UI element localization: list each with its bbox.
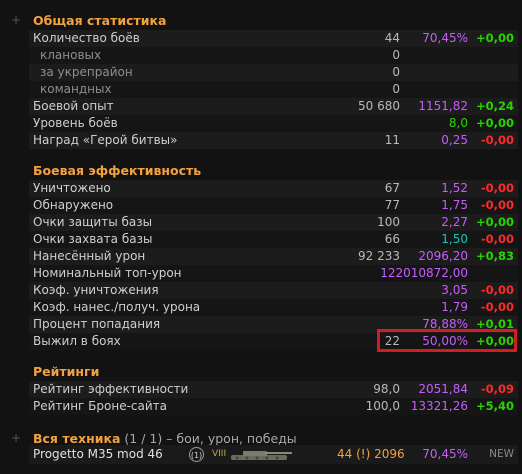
stat-count: 0	[392, 65, 400, 79]
stat-value: 2051,84	[418, 382, 468, 396]
stat-value: 3,05	[441, 283, 468, 297]
stat-count: 0	[392, 48, 400, 62]
stat-label: Уничтожено	[33, 181, 111, 195]
vehicles-subtitle: (1 / 1) – бои, урон, победы	[120, 431, 297, 446]
stat-value: 0,25	[441, 133, 468, 147]
stat-label: Нанесённый урон	[33, 249, 146, 263]
section-title-ratings: Рейтинги	[33, 364, 100, 379]
stat-count: 11	[384, 133, 400, 147]
stat-label: клановых	[40, 48, 102, 62]
stat-value: 70,45%	[422, 31, 468, 45]
stat-delta: +5,40	[475, 399, 514, 413]
vehicle-battles: 44 (!) 2096	[337, 447, 405, 461]
stat-count: 77	[384, 198, 400, 212]
stat-delta: -0,00	[480, 198, 514, 212]
stat-value: 2096,20	[418, 249, 468, 263]
new-badge: NEW	[489, 448, 514, 460]
stat-label: Выжил в боях	[33, 334, 121, 348]
stat-label: Очки защиты базы	[33, 215, 153, 229]
stat-label: Коэф. нанес./получ. урона	[33, 300, 201, 314]
stat-delta: -0,09	[480, 382, 514, 396]
stat-value: 2,27	[441, 215, 468, 229]
stat-value: 1,50	[441, 232, 468, 246]
stat-value: 1,79	[441, 300, 468, 314]
stat-row: Уровень боёв 8,0 +0,00	[29, 115, 518, 132]
stat-count: 100	[377, 215, 400, 229]
highlight-box	[377, 329, 517, 352]
stat-label: командных	[40, 82, 112, 96]
stat-delta: -0,00	[480, 181, 514, 195]
stat-count: 50 680	[358, 99, 400, 113]
stat-value: 8,0	[448, 116, 468, 130]
stat-label: Рейтинг Броне-сайта	[33, 399, 168, 413]
stat-label: Коэф. уничтожения	[33, 283, 159, 297]
stat-row: Коэф. уничтожения 3,05 -0,00	[29, 282, 518, 299]
vehicle-row[interactable]: Progetto M35 mod 46 (1) VIII 44 (!) 2096…	[29, 445, 518, 464]
stat-row: Количество боёв 44 70,45% +0,00	[29, 30, 518, 47]
expand-general-icon[interactable]: +	[11, 12, 21, 29]
stat-label: Номинальный топ-урон	[33, 266, 182, 280]
section-title-general: Общая статистика	[33, 13, 167, 28]
vehicles-title: Вся техника	[33, 431, 121, 446]
tier-level: VIII	[212, 449, 227, 459]
stats-panel: + Общая статистика Количество боёв 44 70,4…	[0, 0, 522, 474]
stat-value: 122010872,00	[380, 266, 468, 280]
stat-value: 1,52	[441, 181, 468, 195]
stat-delta: -0,00	[480, 232, 514, 246]
stat-delta: +0,24	[475, 99, 514, 113]
section-title-combat: Боевая эффективность	[33, 163, 202, 178]
stat-label: Количество боёв	[33, 31, 140, 45]
stat-delta: -0,00	[480, 300, 514, 314]
stat-label: Уровень боёв	[33, 116, 118, 130]
stat-label: Наград «Герой битвы»	[33, 133, 178, 147]
stat-row: Уничтожено 67 1,52 -0,00	[29, 180, 518, 197]
stat-row: Рейтинг эффективности 98,0 2051,84 -0,09	[29, 381, 518, 398]
stat-delta: +0,00	[475, 31, 514, 45]
tank-icon	[231, 451, 292, 460]
stat-count: 92 233	[358, 249, 400, 263]
stat-row: Очки захвата базы 66 1,50 -0,00	[29, 231, 518, 248]
stat-row: за укрепрайон 0	[29, 64, 518, 81]
stat-delta: -0,00	[480, 283, 514, 297]
stat-row: Обнаружено 77 1,75 -0,00	[29, 197, 518, 214]
stat-label: Обнаружено	[33, 198, 114, 212]
stat-label: Процент попадания	[33, 317, 161, 331]
vehicle-winrate: 70,45%	[422, 447, 468, 461]
stat-value: 1,75	[441, 198, 468, 212]
stat-count: 100,0	[365, 399, 400, 413]
stat-delta: +0,83	[475, 249, 514, 263]
stat-value: 13321,26	[410, 399, 468, 413]
stat-label: Рейтинг эффективности	[33, 382, 189, 396]
stat-count: 0	[392, 82, 400, 96]
stat-row: Нанесённый урон 92 233 2096,20 +0,83	[29, 248, 518, 265]
stat-delta: +0,00	[475, 215, 514, 229]
stat-row: Коэф. нанес./получ. урона 1,79 -0,00	[29, 299, 518, 316]
stat-value: 1151,82	[418, 99, 468, 113]
stat-row: Наград «Герой битвы» 11 0,25 -0,00	[29, 132, 518, 149]
stat-count: 66	[384, 232, 400, 246]
tier-badge: (1)	[189, 447, 204, 462]
stat-row: клановых 0	[29, 47, 518, 64]
stat-label: Боевой опыт	[33, 99, 114, 113]
stat-row: Боевой опыт 50 680 1151,82 +0,24	[29, 98, 518, 115]
stat-delta: +0,00	[475, 116, 514, 130]
stat-count: 67	[384, 181, 400, 195]
stat-count: 98,0	[373, 382, 400, 396]
stat-count: 44	[384, 31, 400, 45]
vehicle-name: Progetto M35 mod 46	[33, 447, 163, 461]
stat-delta: -0,00	[480, 133, 514, 147]
stat-row: командных 0	[29, 81, 518, 98]
stat-row: Очки защиты базы 100 2,27 +0,00	[29, 214, 518, 231]
expand-vehicles-icon[interactable]: +	[11, 430, 21, 447]
stat-label: за укрепрайон	[40, 65, 133, 79]
stat-row: Номинальный топ-урон 122010872,00	[29, 265, 518, 282]
stat-row: Рейтинг Броне-сайта 100,0 13321,26 +5,40	[29, 398, 518, 415]
stat-label: Очки захвата базы	[33, 232, 153, 246]
